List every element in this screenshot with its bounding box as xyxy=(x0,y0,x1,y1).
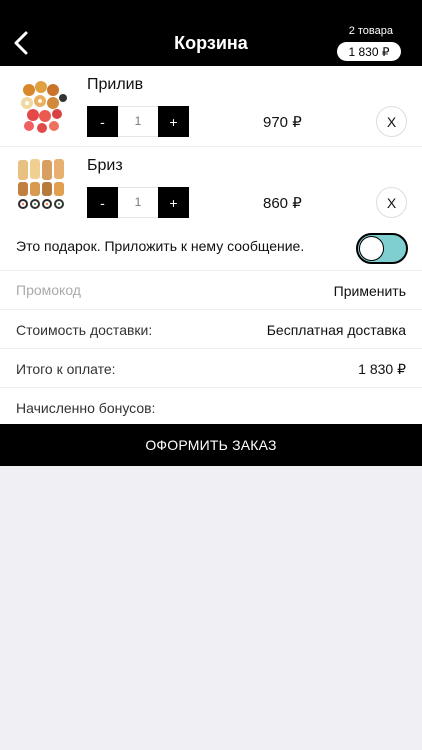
total-label: Итого к оплате: xyxy=(16,361,116,377)
item-price: 970 ₽ xyxy=(263,114,302,131)
decrease-button[interactable]: - xyxy=(87,187,118,218)
delivery-value: Бесплатная доставка xyxy=(266,322,406,338)
quantity-value[interactable]: 1 xyxy=(118,187,158,218)
quantity-stepper: - 1 + xyxy=(87,187,189,218)
gift-row: Это подарок. Приложить к нему сообщение. xyxy=(0,227,422,271)
item-price: 860 ₽ xyxy=(263,195,302,212)
promo-row: Применить xyxy=(0,271,422,310)
delivery-row: Стоимость доставки: Бесплатная доставка xyxy=(0,310,422,349)
checkout-button[interactable]: ОФОРМИТЬ ЗАКАЗ xyxy=(0,424,422,466)
gift-toggle[interactable] xyxy=(356,233,408,264)
promo-code-input[interactable] xyxy=(16,282,246,298)
increase-button[interactable]: + xyxy=(158,106,189,137)
cart-total-badge: 1 830 ₽ xyxy=(337,42,401,61)
cart-item: Прилив - 1 + 970 ₽ X xyxy=(0,66,422,147)
remove-item-button[interactable]: X xyxy=(376,187,407,218)
cart-item: Бриз - 1 + 860 ₽ X xyxy=(0,147,422,228)
decrease-button[interactable]: - xyxy=(87,106,118,137)
item-name: Прилив xyxy=(87,76,144,93)
apply-promo-button[interactable]: Применить xyxy=(334,283,406,299)
cart-item-count: 2 товара xyxy=(348,25,393,37)
gift-label: Это подарок. Приложить к нему сообщение. xyxy=(16,238,305,254)
total-value: 1 830 ₽ xyxy=(358,361,406,377)
total-row: Итого к оплате: 1 830 ₽ xyxy=(0,349,422,388)
remove-item-button[interactable]: X xyxy=(376,106,407,137)
nav-bar: Корзина 2 товара 1 830 ₽ xyxy=(0,0,422,66)
quantity-value[interactable]: 1 xyxy=(118,106,158,137)
item-name: Бриз xyxy=(87,157,123,174)
increase-button[interactable]: + xyxy=(158,187,189,218)
bonus-label: Начисленно бонусов: xyxy=(16,400,156,416)
bonus-row: Начисленно бонусов: xyxy=(0,388,422,424)
delivery-label: Стоимость доставки: xyxy=(16,322,153,338)
sushi-set-image xyxy=(15,157,70,217)
quantity-stepper: - 1 + xyxy=(87,106,189,137)
toggle-knob xyxy=(359,236,384,261)
sushi-set-image xyxy=(16,81,68,134)
